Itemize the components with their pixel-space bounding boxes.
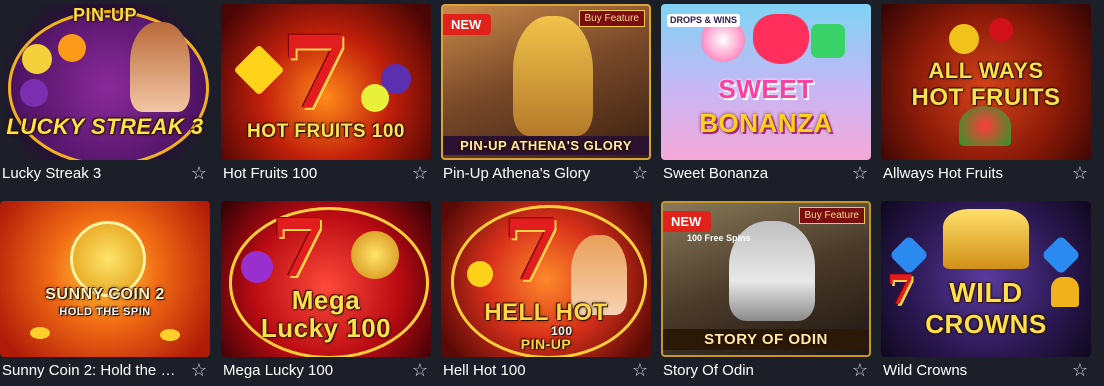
diamond-icon [1041, 235, 1081, 275]
heart-candy-icon [753, 14, 809, 64]
athena-figure [513, 16, 593, 136]
game-thumbnail[interactable]: NEW Buy Feature 100 Free Spins STORY OF … [661, 201, 871, 357]
orange-icon [58, 34, 86, 62]
bell-icon [949, 24, 979, 54]
art-title-line2: Lucky 100 [260, 313, 392, 343]
games-grid: PIN-UP Lucky Streak 3 Lucky Streak 3 ☆ 7… [0, 0, 1104, 386]
pinup-girl-figure [130, 22, 190, 112]
star-outline-icon[interactable]: ☆ [631, 164, 649, 182]
game-thumbnail[interactable]: NEW Buy Feature PIN-UP ATHENA'S GLORY [441, 4, 651, 160]
art-title-line2: CROWNS [925, 309, 1047, 339]
star-outline-icon[interactable]: ☆ [190, 361, 208, 379]
game-thumbnail[interactable]: 7 WILD CROWNS [881, 201, 1091, 357]
buy-feature-badge: Buy Feature [798, 207, 865, 224]
star-outline-icon[interactable]: ☆ [631, 361, 649, 379]
game-title[interactable]: Mega Lucky 100 [223, 362, 403, 379]
art-title-line2: BONANZA [699, 108, 833, 138]
art-title-line1: SWEET [718, 74, 814, 104]
game-thumbnail[interactable]: 7 HELL HOT 100 PIN-UP [441, 201, 651, 357]
art-title-line1: ALL WAYS [928, 58, 1044, 83]
game-title[interactable]: Sunny Coin 2: Hold the Spin [2, 362, 182, 379]
game-card-hell-hot-100[interactable]: 7 HELL HOT 100 PIN-UP Hell Hot 100 ☆ [441, 201, 651, 385]
lucky-seven-icon: 7 [271, 201, 327, 295]
lucky-seven-icon: 7 [281, 14, 351, 132]
lemon-icon [22, 44, 52, 74]
gold-coin-icon [351, 231, 399, 279]
watermelon-icon [959, 106, 1011, 146]
art-brand: PIN-UP [72, 5, 137, 25]
game-card-athenas-glory[interactable]: NEW Buy Feature PIN-UP ATHENA'S GLORY Pi… [441, 4, 651, 188]
game-card-allways-hot-fruits[interactable]: ALL WAYS HOT FRUITS Allways Hot Fruits ☆ [881, 4, 1091, 188]
star-outline-icon[interactable]: ☆ [411, 164, 429, 182]
game-card-hot-fruits-100[interactable]: 7 HOT FRUITS 100 Hot Fruits 100 ☆ [221, 4, 431, 188]
art-title: STORY OF ODIN [663, 329, 869, 350]
drops-wins-badge: DROPS & WINS [667, 14, 741, 28]
star-outline-icon[interactable]: ☆ [1071, 164, 1089, 182]
plum-icon [20, 79, 48, 107]
art-title-line2: HOT FRUITS [911, 84, 1061, 111]
game-title[interactable]: Allways Hot Fruits [883, 165, 1063, 182]
game-card-lucky-streak-3[interactable]: PIN-UP Lucky Streak 3 Lucky Streak 3 ☆ [0, 4, 210, 188]
star-outline-icon[interactable]: ☆ [411, 361, 429, 379]
free-spins-badge: 100 Free Spins [687, 233, 751, 243]
art-title-line2: HOLD THE SPIN [59, 306, 151, 318]
game-thumbnail[interactable]: SUNNY COIN 2 HOLD THE SPIN [0, 201, 210, 357]
art-title: HOT FRUITS 100 [247, 121, 405, 142]
star-outline-icon[interactable]: ☆ [851, 164, 869, 182]
game-thumbnail[interactable]: DROPS & WINS SWEET BONANZA [661, 4, 871, 160]
game-title[interactable]: Hell Hot 100 [443, 362, 623, 379]
game-title[interactable]: Wild Crowns [883, 362, 1063, 379]
art-title-line1: HELL HOT [484, 299, 608, 326]
new-badge: NEW [443, 14, 492, 35]
coin-icon [30, 327, 50, 339]
game-card-story-of-odin[interactable]: NEW Buy Feature 100 Free Spins STORY OF … [661, 201, 871, 385]
game-thumbnail[interactable]: 7 Mega Lucky 100 [221, 201, 431, 357]
new-badge: NEW [663, 211, 712, 232]
coin-icon [160, 329, 180, 341]
lemon-icon [467, 261, 493, 287]
game-card-sunny-coin-2[interactable]: SUNNY COIN 2 HOLD THE SPIN Sunny Coin 2:… [0, 201, 210, 385]
lemon-icon [361, 84, 389, 112]
game-title[interactable]: Sweet Bonanza [663, 165, 843, 182]
art-title: Lucky Streak 3 [6, 114, 204, 139]
game-thumbnail[interactable]: 7 HOT FRUITS 100 [221, 4, 431, 160]
star-outline-icon[interactable]: ☆ [190, 164, 208, 182]
game-title[interactable]: Story Of Odin [663, 362, 843, 379]
game-thumbnail[interactable]: PIN-UP Lucky Streak 3 [0, 4, 210, 160]
game-thumbnail[interactable]: ALL WAYS HOT FRUITS [881, 4, 1091, 160]
art-title-line1: Mega [291, 285, 361, 315]
crown-icon [943, 209, 1029, 269]
star-outline-icon[interactable]: ☆ [851, 361, 869, 379]
gem-candy-icon [811, 24, 845, 58]
star-outline-icon[interactable]: ☆ [1071, 361, 1089, 379]
buy-feature-badge: Buy Feature [578, 10, 645, 27]
game-card-wild-crowns[interactable]: 7 WILD CROWNS Wild Crowns ☆ [881, 201, 1091, 385]
game-card-sweet-bonanza[interactable]: DROPS & WINS SWEET BONANZA Sweet Bonanza… [661, 4, 871, 188]
game-title[interactable]: Hot Fruits 100 [223, 165, 403, 182]
game-title[interactable]: Lucky Streak 3 [2, 165, 182, 182]
art-title-line1: WILD [949, 277, 1023, 308]
art-title: PIN-UP ATHENA'S GLORY [443, 136, 649, 155]
game-title[interactable]: Pin-Up Athena's Glory [443, 165, 623, 182]
grapes-icon [241, 251, 273, 283]
game-card-mega-lucky-100[interactable]: 7 Mega Lucky 100 Mega Lucky 100 ☆ [221, 201, 431, 385]
art-title-line1: SUNNY COIN 2 [45, 286, 165, 303]
lucky-seven-icon: 7 [503, 201, 562, 300]
star-symbol-icon [233, 44, 285, 96]
cherry-icon [989, 18, 1013, 42]
art-brand: PIN-UP [520, 336, 572, 352]
